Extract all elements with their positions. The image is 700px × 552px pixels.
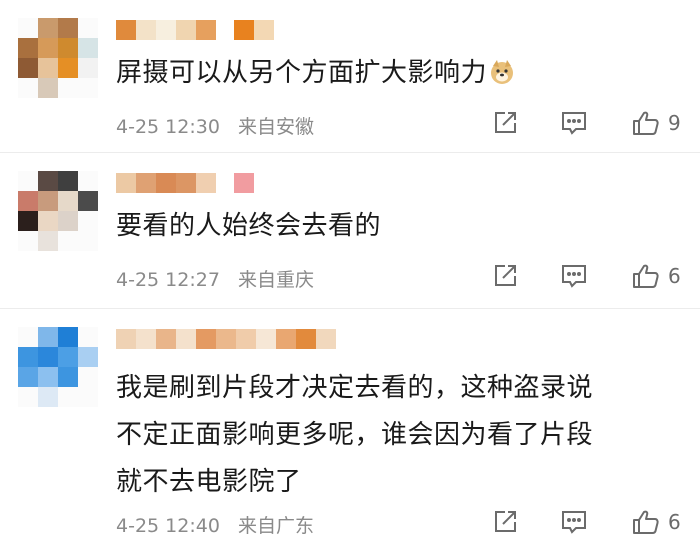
thumbs-up-icon <box>633 111 659 135</box>
share-button[interactable] <box>492 263 518 289</box>
comment-meta: 4-25 12:30 来自安徽 <box>116 112 314 139</box>
thumbs-up-icon <box>633 510 659 534</box>
share-icon <box>495 511 516 532</box>
username-blurred[interactable] <box>116 20 274 40</box>
reply-button[interactable] <box>560 509 588 535</box>
comment-time: 12:40 <box>165 515 220 537</box>
comment-icon <box>562 265 586 288</box>
comment-item: 要看的人始终会去看的 4-25 12:27 来自重庆 6 <box>0 153 700 309</box>
like-count: 9 <box>668 111 681 135</box>
comment-icon <box>562 511 586 534</box>
comment-time: 12:30 <box>165 116 220 138</box>
comment-item: 屏摄可以从另个方面扩大影响力 4-25 12:30 来自安徽 9 <box>0 0 700 153</box>
share-button[interactable] <box>492 110 518 136</box>
like-count: 6 <box>668 264 681 288</box>
comment-text: 要看的人始终会去看的 <box>116 211 382 241</box>
doge-emoji <box>489 56 515 84</box>
avatar[interactable] <box>18 327 98 407</box>
comment-text: 屏摄可以从另个方面扩大影响力 <box>116 52 676 94</box>
comment-time: 12:27 <box>165 269 220 291</box>
comment-date: 4-25 <box>116 269 160 291</box>
comment-icon <box>562 112 586 135</box>
like-count: 6 <box>668 510 681 534</box>
avatar[interactable] <box>18 18 98 98</box>
share-icon <box>495 112 516 133</box>
thumbs-up-icon <box>633 264 659 288</box>
reply-button[interactable] <box>560 110 588 136</box>
reply-button[interactable] <box>560 263 588 289</box>
comment-item: 我是刷到片段才决定去看的，这种盗录说 不定正面影响更多呢，谁会因为看了片段 就不… <box>0 309 700 552</box>
like-button[interactable]: 6 <box>632 263 682 289</box>
share-button[interactable] <box>492 509 518 535</box>
comment-meta: 4-25 12:40 来自广东 <box>116 511 314 538</box>
like-button[interactable]: 6 <box>632 509 682 535</box>
comment-location: 来自重庆 <box>237 269 314 291</box>
comment-location: 来自广东 <box>237 515 314 537</box>
share-icon <box>495 265 516 286</box>
comment-date: 4-25 <box>116 515 160 537</box>
comment-actions: 6 <box>492 263 682 289</box>
username-blurred[interactable] <box>116 329 336 349</box>
comment-date: 4-25 <box>116 116 160 138</box>
comment-text: 我是刷到片段才决定去看的，这种盗录说 不定正面影响更多呢，谁会因为看了片段 就不… <box>116 373 594 497</box>
comment-actions: 9 <box>492 110 682 136</box>
comment-meta: 4-25 12:27 来自重庆 <box>116 265 314 292</box>
avatar[interactable] <box>18 171 98 251</box>
comment-location: 来自安徽 <box>237 116 314 138</box>
like-button[interactable]: 9 <box>632 110 682 136</box>
comment-actions: 6 <box>492 509 682 535</box>
username-blurred[interactable] <box>116 173 254 193</box>
